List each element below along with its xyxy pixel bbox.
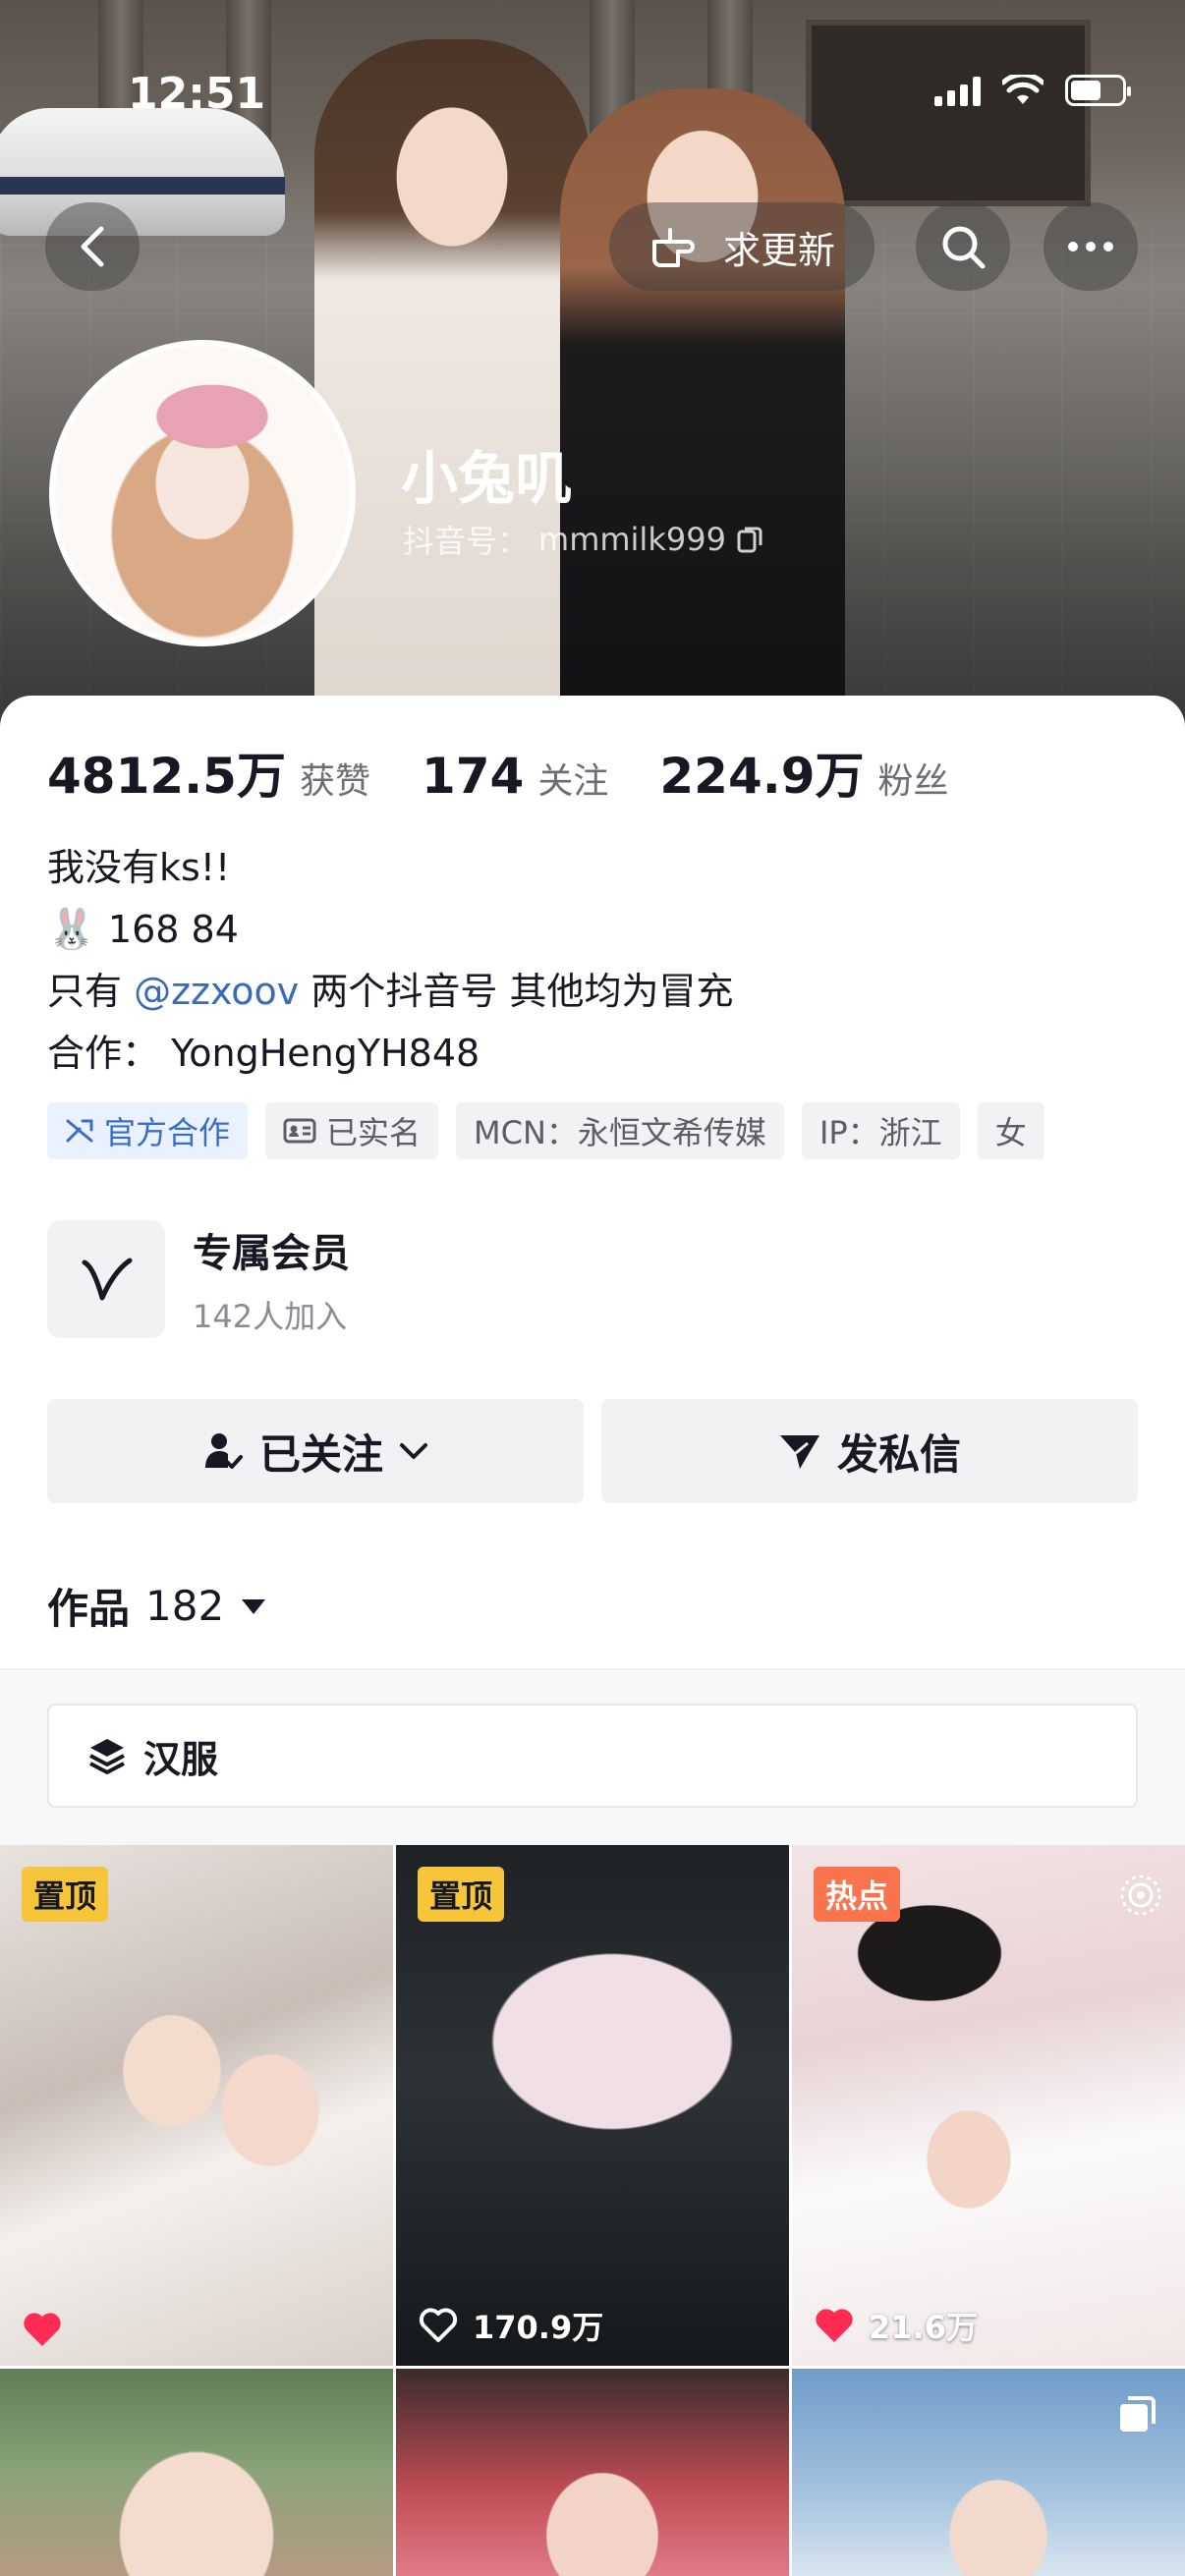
heart-outline-icon xyxy=(419,2308,458,2342)
back-arrow-icon xyxy=(81,226,104,267)
tag-official-cooperation[interactable]: 官方合作 xyxy=(47,1102,249,1159)
video-likes xyxy=(22,2311,63,2348)
bio-line-4: 合作： YongHengYH848 xyxy=(47,1032,480,1075)
profile-stats: 4812.5万 获赞 174 关注 224.9万 粉丝 xyxy=(47,737,1000,808)
search-icon xyxy=(942,226,986,269)
followed-button[interactable]: 已关注 xyxy=(47,1399,584,1503)
chevron-down-icon xyxy=(400,1443,427,1459)
rabbit-icon: 🐰 xyxy=(47,907,96,952)
cover-police-car xyxy=(0,108,285,236)
collection-label: 汉服 xyxy=(143,1737,219,1781)
heart-filled-icon xyxy=(816,2309,853,2342)
followed-label: 已关注 xyxy=(258,1429,383,1479)
paper-plane-icon xyxy=(779,1435,819,1469)
bio-line-2: 🐰 168 84 xyxy=(47,899,733,961)
official-cooperation-icon xyxy=(66,1119,93,1143)
stat-following-label: 关注 xyxy=(537,761,609,802)
more-button[interactable] xyxy=(1044,202,1138,291)
stat-followers[interactable]: 224.9万 粉丝 xyxy=(659,737,948,808)
stat-likes[interactable]: 4812.5万 获赞 xyxy=(47,737,370,808)
pinned-badge: 置顶 xyxy=(418,1867,505,1922)
collection-hanfu-button[interactable]: 汉服 xyxy=(47,1704,1138,1808)
tag-mcn[interactable]: MCN：永恒文希传媒 xyxy=(456,1102,784,1159)
status-icons xyxy=(934,75,1131,106)
works-label: 作品 xyxy=(47,1585,131,1633)
works-count: 182 xyxy=(145,1582,225,1630)
hot-badge: 热点 xyxy=(814,1867,901,1922)
video-tile[interactable]: 置顶 xyxy=(0,1845,393,2366)
douyin-id[interactable]: 抖音号： mmmilk999 xyxy=(403,517,763,562)
stat-followers-label: 粉丝 xyxy=(877,761,949,802)
cover-door xyxy=(806,20,1091,206)
stat-likes-label: 获赞 xyxy=(299,761,370,802)
bio-line-2-text: 168 84 xyxy=(107,908,239,951)
back-button[interactable] xyxy=(45,202,140,291)
heart-filled-icon xyxy=(24,2313,61,2346)
search-button[interactable] xyxy=(916,202,1010,291)
pinned-badge: 置顶 xyxy=(22,1867,109,1922)
multi-image-icon xyxy=(1120,2396,1156,2432)
bio-line-3-suffix: 两个抖音号 其他均为冒充 xyxy=(299,970,734,1013)
pointing-hand-icon xyxy=(651,228,695,267)
stat-followers-number: 224.9万 xyxy=(659,748,865,805)
cover-person-right xyxy=(560,88,845,727)
request-update-label: 求更新 xyxy=(722,228,835,272)
bio-line-1: 我没有ks!! xyxy=(47,846,231,889)
video-likes: 170.9万 xyxy=(418,2303,603,2348)
tag-label: 女 xyxy=(994,1114,1027,1151)
profile-avatar[interactable] xyxy=(49,340,356,646)
id-card-icon xyxy=(283,1118,316,1144)
tag-verified[interactable]: 已实名 xyxy=(265,1102,439,1159)
video-likes-count: 170.9万 xyxy=(473,2309,604,2346)
wifi-icon xyxy=(1002,75,1044,104)
stat-likes-number: 4812.5万 xyxy=(47,748,286,805)
bio-line-3: 只有 @zzxoov 两个抖音号 其他均为冒充 xyxy=(47,961,733,1023)
send-message-label: 发私信 xyxy=(836,1429,961,1479)
member-text: 专属会员 142人加入 xyxy=(193,1221,350,1337)
douyin-id-value: mmmilk999 xyxy=(538,521,726,558)
tag-gender: 女 xyxy=(977,1102,1044,1159)
cellular-signal-icon xyxy=(934,75,981,106)
profile-tags: 官方合作 已实名 MCN：永恒文希传媒 IP：浙江 女 xyxy=(47,1102,1044,1159)
layers-icon xyxy=(89,1739,125,1774)
copy-icon[interactable] xyxy=(736,525,763,554)
video-tile[interactable]: 热点 21.6万 xyxy=(792,1845,1185,2366)
user-check-icon xyxy=(204,1433,243,1469)
video-tile[interactable] xyxy=(792,2369,1185,2576)
caret-down-icon xyxy=(242,1598,266,1614)
v-logo-icon xyxy=(82,1258,133,1301)
stat-following-number: 174 xyxy=(421,748,525,805)
request-update-button[interactable]: 求更新 xyxy=(609,202,875,291)
more-dots-icon xyxy=(1068,242,1113,252)
video-likes-count: 21.6万 xyxy=(869,2309,978,2346)
member-title: 专属会员 xyxy=(193,1231,350,1276)
member-logo xyxy=(47,1220,165,1338)
live-photo-icon xyxy=(1120,1875,1161,1916)
profile-name: 小兔叽 xyxy=(401,445,573,512)
member-subtitle: 142人加入 xyxy=(193,1298,348,1335)
tag-ip-location: IP：浙江 xyxy=(801,1102,960,1159)
tag-label: MCN：永恒文希传媒 xyxy=(474,1114,766,1151)
video-likes: 21.6万 xyxy=(814,2303,978,2348)
video-tile[interactable] xyxy=(0,2369,393,2576)
video-tile[interactable] xyxy=(396,2369,789,2576)
stat-following[interactable]: 174 关注 xyxy=(422,748,608,805)
tag-label: IP：浙江 xyxy=(818,1114,942,1151)
send-message-button[interactable]: 发私信 xyxy=(601,1399,1138,1503)
cover-person-left xyxy=(314,39,590,727)
douyin-id-label: 抖音号： xyxy=(403,523,530,560)
status-time: 12:51 xyxy=(128,69,266,119)
bio-line-3-prefix: 只有 xyxy=(47,970,135,1013)
works-tab-header[interactable]: 作品 182 xyxy=(47,1576,267,1636)
exclusive-member-entry[interactable]: 专属会员 142人加入 xyxy=(47,1220,350,1338)
tag-label: 官方合作 xyxy=(104,1114,231,1151)
tag-label: 已实名 xyxy=(326,1114,422,1151)
bio-mention-link[interactable]: @zzxoov xyxy=(134,970,299,1013)
video-tile[interactable]: 置顶 170.9万 xyxy=(396,1845,789,2366)
battery-icon xyxy=(1065,75,1131,106)
profile-bio: 我没有ks!! 🐰 168 84 只有 @zzxoov 两个抖音号 其他均为冒充… xyxy=(47,837,733,1085)
